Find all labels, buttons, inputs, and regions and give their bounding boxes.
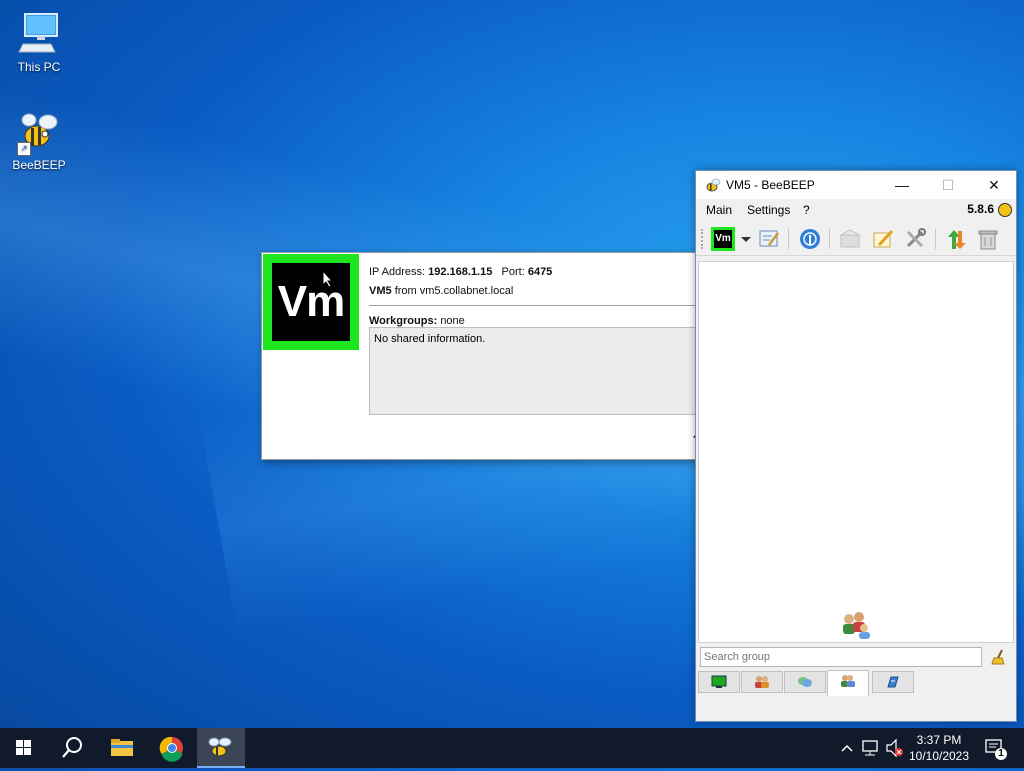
beebeep-window: VM5 - BeeBEEP — ☐ ✕ Main Settings ? 5.8.… — [695, 170, 1017, 722]
taskbar: 3:37 PM 10/10/2023 1 — [0, 728, 1024, 768]
bee-app-icon — [705, 177, 721, 193]
screen-icon — [711, 675, 727, 689]
clock-time: 3:37 PM — [916, 733, 962, 747]
toolbar-separator — [829, 229, 830, 249]
minimize-button[interactable]: — — [879, 171, 925, 199]
computer-icon — [15, 10, 63, 58]
tab-chat-log[interactable] — [698, 671, 740, 693]
clear-search-icon[interactable] — [990, 648, 1008, 666]
toolbar-separator — [788, 229, 789, 249]
file-share-icon — [885, 675, 901, 689]
shortcut-arrow-icon: ↗ — [17, 142, 31, 156]
desktop-icon-label: BeeBEEP — [12, 158, 66, 172]
groups-icon — [839, 610, 873, 640]
network-icon — [862, 740, 878, 756]
groups-tab-icon — [840, 674, 856, 688]
action-center-button[interactable]: 1 — [978, 728, 1012, 768]
edit-profile-icon[interactable] — [757, 227, 781, 251]
desktop-icon-label: This PC — [17, 60, 61, 74]
version-label: 5.8.6 — [967, 202, 994, 216]
send-message-icon[interactable] — [838, 227, 862, 251]
user-name: VM5 — [369, 285, 392, 297]
menu-bar: Main Settings ? 5.8.6 — [696, 199, 1016, 221]
bee-icon — [208, 737, 232, 757]
start-button[interactable] — [0, 728, 48, 768]
show-hidden-icons-button[interactable] — [838, 728, 856, 768]
trash-icon[interactable] — [976, 227, 1000, 251]
notification-count-badge: 1 — [998, 748, 1004, 759]
view-tabs — [698, 670, 1014, 696]
maximize-button[interactable]: ☐ — [925, 171, 971, 199]
taskbar-chrome[interactable] — [148, 728, 196, 768]
menu-help[interactable]: ? — [803, 203, 810, 217]
toolbar-grip — [701, 229, 706, 249]
users-icon — [754, 675, 770, 689]
window-titlebar[interactable]: VM5 - BeeBEEP — ☐ ✕ — [696, 171, 1016, 199]
system-clock[interactable]: 3:37 PM 10/10/2023 — [904, 732, 974, 764]
desktop-icon-this-pc[interactable]: This PC — [7, 10, 71, 74]
desktop-icon-beebeep[interactable]: ↗ BeeBEEP — [7, 108, 71, 172]
tab-groups[interactable] — [827, 670, 869, 696]
write-icon[interactable] — [871, 227, 895, 251]
network-icon[interactable] — [798, 227, 822, 251]
volume-button[interactable] — [884, 728, 906, 768]
bee-icon: ↗ — [15, 108, 63, 156]
menu-main[interactable]: Main — [706, 203, 732, 217]
taskbar-beebeep[interactable] — [197, 728, 245, 768]
taskbar-file-explorer[interactable] — [98, 728, 146, 768]
status-initials: Vm — [714, 230, 732, 248]
tab-shared-files[interactable] — [872, 671, 914, 693]
mouse-cursor-icon — [322, 269, 334, 288]
status-dropdown-arrow-icon[interactable] — [741, 237, 751, 242]
shared-info-box: No shared information. — [369, 327, 709, 415]
status-button[interactable]: Vm — [711, 227, 735, 251]
group-list[interactable] — [698, 261, 1014, 643]
port-value: 6475 — [527, 266, 553, 278]
workgroups-label: Workgroups: — [369, 315, 438, 327]
search-group-input[interactable] — [700, 647, 982, 667]
ip-value: 192.168.1.15 — [428, 266, 493, 278]
chat-bubbles-icon — [797, 675, 813, 689]
main-toolbar: Vm — [696, 221, 1016, 256]
workgroups-value: none — [440, 315, 465, 327]
user-avatar: Vm — [263, 254, 359, 350]
user-host: from vm5.collabnet.local — [394, 285, 514, 297]
chevron-up-icon — [841, 744, 853, 752]
tab-chats[interactable] — [784, 671, 826, 693]
window-title: VM5 - BeeBEEP — [726, 178, 815, 192]
avatar-initials: Vm — [272, 263, 350, 341]
menu-settings[interactable]: Settings — [747, 203, 790, 217]
file-transfer-icon[interactable] — [944, 227, 968, 251]
search-icon — [62, 737, 82, 758]
ip-label: IP Address: — [369, 266, 426, 278]
tab-users[interactable] — [741, 671, 783, 693]
info-divider — [369, 305, 711, 306]
close-button[interactable]: ✕ — [971, 171, 1017, 199]
ip-port-row: IP Address: 192.168.1.15 Port: 6475 — [369, 263, 711, 282]
user-info-details: IP Address: 192.168.1.15 Port: 6475 VM5 … — [369, 263, 711, 331]
windows-logo-icon — [16, 740, 31, 755]
clock-date: 10/10/2023 — [908, 749, 970, 763]
tools-icon[interactable] — [903, 227, 927, 251]
network-status-button[interactable] — [860, 728, 882, 768]
chrome-icon — [159, 736, 183, 762]
search-button[interactable] — [48, 728, 96, 768]
user-host-row: VM5 from vm5.collabnet.local — [369, 282, 711, 301]
volume-muted-icon — [886, 738, 903, 758]
bee-mini-icon — [998, 203, 1012, 217]
toolbar-separator — [935, 229, 936, 249]
port-label: Port: — [501, 266, 525, 278]
folder-icon — [111, 739, 133, 756]
